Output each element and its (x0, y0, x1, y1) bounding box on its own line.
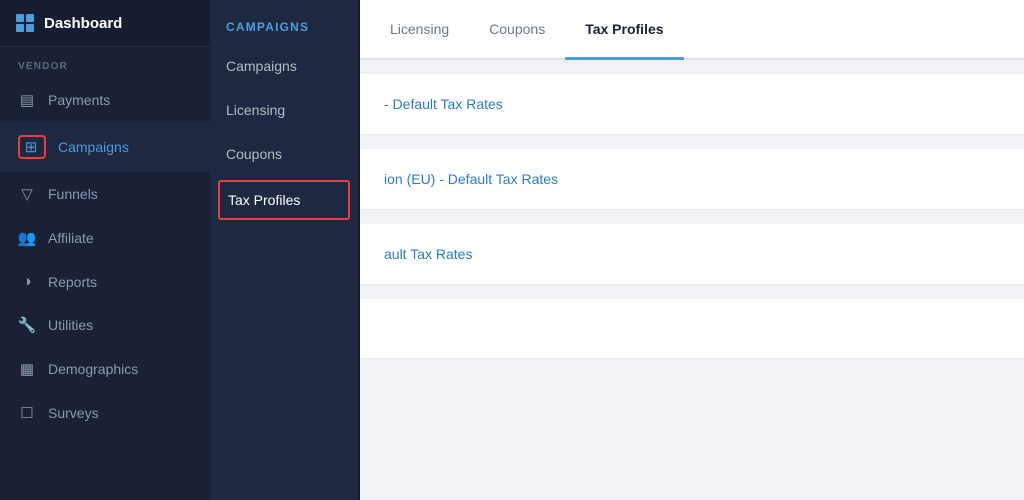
sidebar-item-label: Payments (48, 92, 110, 108)
affiliate-icon: 👥 (18, 229, 36, 247)
submenu-item-label: Campaigns (226, 58, 297, 74)
submenu-item-label: Coupons (226, 146, 282, 162)
sidebar-item-campaigns[interactable]: ⊞ Campaigns (0, 122, 210, 172)
tab-label: Coupons (489, 21, 545, 37)
sidebar-item-label: Demographics (48, 361, 138, 377)
dashboard-label: Dashboard (44, 15, 122, 32)
sidebar-item-reports[interactable]: ◑ Reports (0, 260, 210, 303)
sidebar-item-label: Funnels (48, 186, 98, 202)
sidebar-item-label: Campaigns (58, 139, 129, 155)
reports-icon: ◑ (18, 273, 36, 290)
tax-row-link[interactable]: ault Tax Rates (384, 246, 472, 262)
surveys-icon: ☐ (18, 404, 36, 422)
submenu-item-label: Tax Profiles (228, 192, 300, 208)
submenu-header: CAMPAIGNS (210, 0, 358, 44)
campaigns-icon: ⊞ (22, 138, 40, 156)
dashboard-item[interactable]: Dashboard (0, 0, 210, 47)
tax-row[interactable]: - Default Tax Rates (360, 74, 1024, 135)
sidebar: Dashboard VENDOR ▤ Payments ⊞ Campaigns … (0, 0, 210, 500)
submenu-item-label: Licensing (226, 102, 285, 118)
tab-label: Tax Profiles (585, 21, 663, 37)
empty-row (360, 299, 1024, 359)
tax-row[interactable]: ion (EU) - Default Tax Rates (360, 149, 1024, 210)
sidebar-item-payments[interactable]: ▤ Payments (0, 78, 210, 122)
submenu-item-coupons[interactable]: Coupons (210, 132, 358, 176)
sidebar-item-funnels[interactable]: ▽ Funnels (0, 172, 210, 216)
funnels-icon: ▽ (18, 185, 36, 203)
submenu-panel: CAMPAIGNS Campaigns Licensing Coupons Ta… (210, 0, 360, 500)
utilities-icon: 🔧 (18, 316, 36, 334)
submenu-item-tax-profiles[interactable]: Tax Profiles (218, 180, 350, 220)
payments-icon: ▤ (18, 91, 36, 109)
tax-row[interactable]: ault Tax Rates (360, 224, 1024, 285)
submenu-item-campaigns[interactable]: Campaigns (210, 44, 358, 88)
sidebar-item-label: Utilities (48, 317, 93, 333)
tab-tax-profiles[interactable]: Tax Profiles (565, 0, 683, 60)
tax-row-link[interactable]: - Default Tax Rates (384, 96, 503, 112)
main-content: Licensing Coupons Tax Profiles - Default… (360, 0, 1024, 500)
tab-licensing[interactable]: Licensing (370, 0, 469, 60)
sidebar-item-affiliate[interactable]: 👥 Affiliate (0, 216, 210, 260)
sidebar-item-surveys[interactable]: ☐ Surveys (0, 391, 210, 435)
sidebar-item-label: Affiliate (48, 230, 94, 246)
sidebar-item-utilities[interactable]: 🔧 Utilities (0, 303, 210, 347)
sidebar-item-label: Reports (48, 274, 97, 290)
sidebar-item-demographics[interactable]: ▦ Demographics (0, 347, 210, 391)
sidebar-item-label: Surveys (48, 405, 99, 421)
submenu-item-licensing[interactable]: Licensing (210, 88, 358, 132)
demographics-icon: ▦ (18, 360, 36, 378)
tab-label: Licensing (390, 21, 449, 37)
tabs-bar: Licensing Coupons Tax Profiles (360, 0, 1024, 60)
vendor-section-label: VENDOR (0, 47, 210, 78)
content-area: - Default Tax Rates ion (EU) - Default T… (360, 60, 1024, 500)
tab-coupons[interactable]: Coupons (469, 0, 565, 60)
tax-row-link[interactable]: ion (EU) - Default Tax Rates (384, 171, 558, 187)
dashboard-icon (16, 14, 34, 32)
campaigns-icon-box: ⊞ (18, 135, 46, 159)
